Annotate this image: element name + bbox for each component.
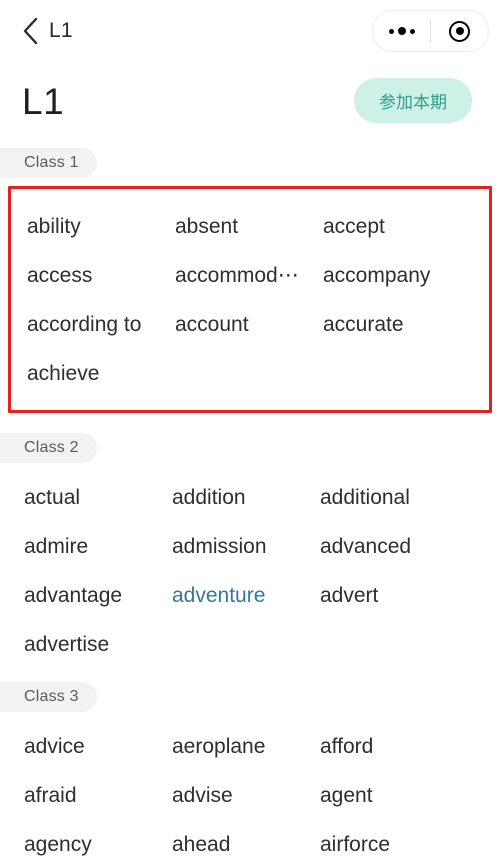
class-label: Class 1 xyxy=(0,148,97,178)
page-header: L1 参加本期 xyxy=(0,76,500,148)
word-item[interactable]: according to xyxy=(27,300,175,349)
highlight-frame: ability absent accept access accommod⋯ a… xyxy=(8,186,492,413)
word-item[interactable]: advice xyxy=(24,722,172,771)
class-section-3: Class 3 advice aeroplane afford afraid a… xyxy=(0,682,500,858)
word-item[interactable]: advertise xyxy=(24,620,172,669)
nav-title: L1 xyxy=(49,19,73,42)
miniprogram-capsule xyxy=(372,10,489,52)
page-title: L1 xyxy=(22,81,65,122)
word-item[interactable]: account xyxy=(175,300,323,349)
word-item[interactable]: airforce xyxy=(320,820,500,858)
more-menu-button[interactable] xyxy=(373,11,430,51)
word-item[interactable]: advantage xyxy=(24,571,172,620)
word-item[interactable]: access xyxy=(27,251,175,300)
word-item[interactable]: aeroplane xyxy=(172,722,320,771)
word-item[interactable]: ability xyxy=(27,202,175,251)
word-item[interactable]: agency xyxy=(24,820,172,858)
join-term-button[interactable]: 参加本期 xyxy=(354,78,472,123)
word-item[interactable]: absent xyxy=(175,202,323,251)
word-grid: advice aeroplane afford afraid advise ag… xyxy=(0,712,500,858)
class-label: Class 3 xyxy=(0,682,97,712)
word-item[interactable]: addition xyxy=(172,473,320,522)
word-item[interactable]: agent xyxy=(320,771,500,820)
more-dots-icon xyxy=(388,27,415,35)
navigation-bar: L1 xyxy=(0,0,500,62)
word-item[interactable]: afraid xyxy=(24,771,172,820)
word-item[interactable]: advert xyxy=(320,571,500,620)
class-section-1: Class 1 ability absent accept access acc… xyxy=(0,148,500,413)
word-item-learned[interactable]: adventure xyxy=(172,571,320,620)
word-item[interactable]: accommod⋯ xyxy=(175,251,323,300)
word-item[interactable]: admission xyxy=(172,522,320,571)
word-item[interactable]: ahead xyxy=(172,820,320,858)
word-item[interactable]: afford xyxy=(320,722,500,771)
app-screen: L1 L1 参加本期 Class 1 ability absent accept xyxy=(0,0,500,858)
word-item[interactable]: admire xyxy=(24,522,172,571)
word-item[interactable]: achieve xyxy=(27,349,175,398)
close-miniprogram-button[interactable] xyxy=(431,11,488,51)
back-button[interactable] xyxy=(14,12,46,50)
target-circle-icon xyxy=(449,20,470,42)
word-grid: ability absent accept access accommod⋯ a… xyxy=(11,189,489,410)
class-label: Class 2 xyxy=(0,433,97,463)
word-item[interactable]: actual xyxy=(24,473,172,522)
word-item[interactable]: advise xyxy=(172,771,320,820)
word-item[interactable]: accompany xyxy=(323,251,489,300)
class-section-2: Class 2 actual addition additional admir… xyxy=(0,433,500,669)
word-item[interactable]: additional xyxy=(320,473,500,522)
word-item[interactable]: accept xyxy=(323,202,489,251)
word-item[interactable]: accurate xyxy=(323,300,489,349)
word-grid: actual addition additional admire admiss… xyxy=(0,463,500,669)
word-item[interactable]: advanced xyxy=(320,522,500,571)
chevron-left-icon xyxy=(22,17,39,45)
